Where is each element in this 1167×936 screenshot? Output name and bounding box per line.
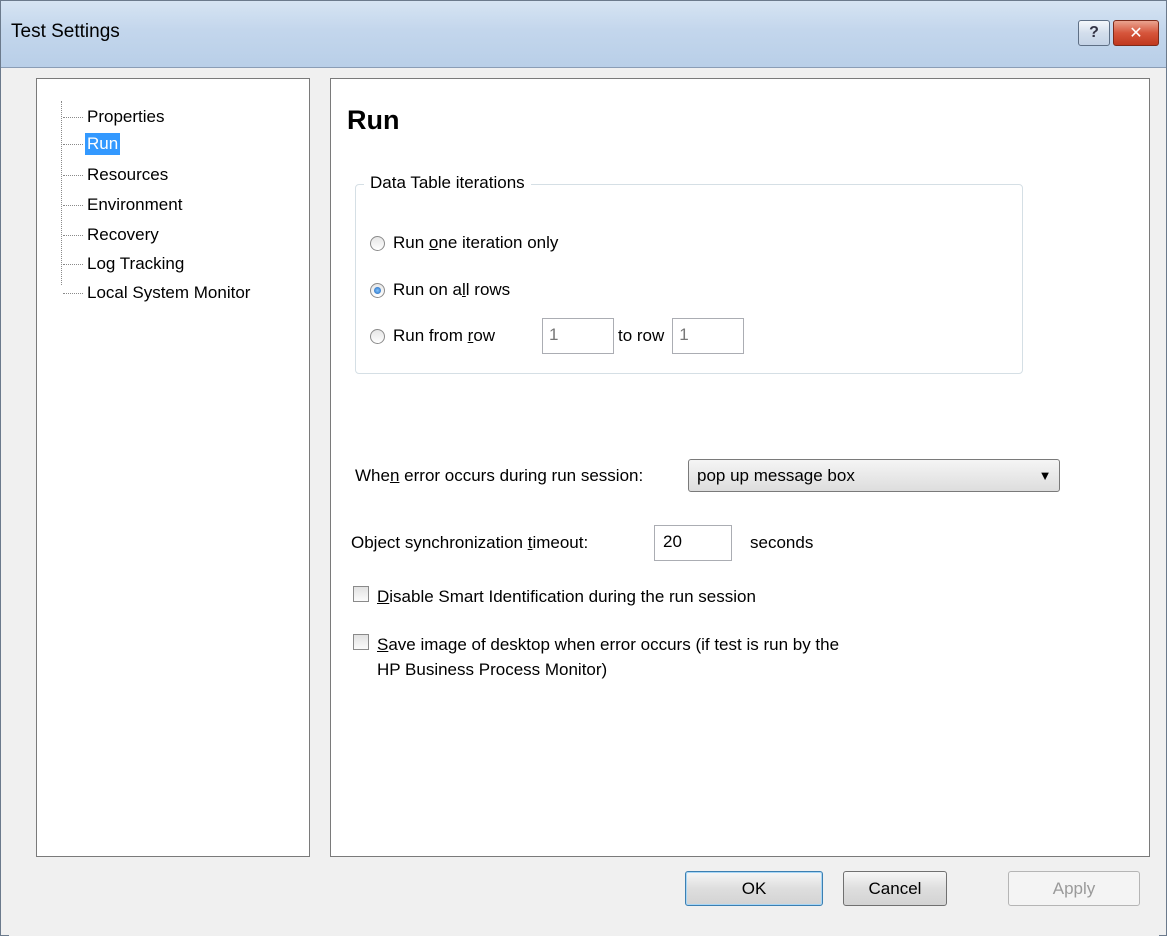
- title-bar: Test Settings ? ✕: [1, 1, 1166, 68]
- radio-button[interactable]: [370, 328, 385, 344]
- timeout-label: Object synchronization timeout:: [351, 533, 589, 552]
- tree-item-label: Log Tracking: [87, 254, 185, 273]
- ok-button[interactable]: OK: [685, 871, 823, 906]
- disable-smart-identification-option[interactable]: Disable Smart Identification during the …: [353, 584, 756, 609]
- dropdown-arrow-icon: ▼: [1038, 468, 1052, 483]
- close-icon: ✕: [1129, 25, 1143, 42]
- from-row-input[interactable]: 1: [542, 318, 614, 354]
- tree-item-resources[interactable]: Resources: [63, 163, 170, 187]
- radio-label: Run one iteration only: [393, 233, 559, 252]
- tree-item-recovery[interactable]: Recovery: [63, 223, 161, 247]
- cancel-button[interactable]: Cancel: [843, 871, 947, 906]
- save-desktop-image-option[interactable]: Save image of desktop when error occurs …: [353, 632, 839, 682]
- checkbox-label: Save image of desktop when error occurs …: [377, 635, 840, 679]
- checkbox[interactable]: [353, 586, 369, 602]
- tree-item-label: Resources: [87, 165, 169, 184]
- apply-button[interactable]: Apply: [1008, 871, 1140, 906]
- close-button[interactable]: ✕: [1113, 20, 1159, 46]
- tree-item-label: Properties: [87, 107, 165, 126]
- tree-branch: [63, 144, 83, 145]
- error-action-label: When error occurs during run session:: [355, 466, 644, 485]
- tree-item-label: Environment: [87, 195, 183, 214]
- test-settings-dialog: Test Settings ? ✕ Properties Run Resourc…: [0, 0, 1167, 936]
- tree-item-run[interactable]: Run: [63, 132, 121, 156]
- tree-item-label: Local System Monitor: [87, 283, 251, 302]
- tree-item-properties[interactable]: Properties: [63, 105, 166, 129]
- tree-branch: [63, 205, 83, 206]
- run-one-iteration-option[interactable]: Run one iteration only: [370, 233, 558, 253]
- to-row-label: to row: [618, 326, 665, 345]
- timeout-input[interactable]: 20: [654, 525, 732, 561]
- checkbox[interactable]: [353, 634, 369, 650]
- help-button[interactable]: ?: [1078, 20, 1110, 46]
- tree-item-local-system-monitor[interactable]: Local System Monitor: [63, 281, 252, 305]
- error-action-select[interactable]: pop up message box ▼: [688, 459, 1060, 492]
- checkbox-label: Disable Smart Identification during the …: [377, 587, 756, 606]
- select-value: pop up message box: [697, 465, 855, 485]
- tree-connector-line: [61, 101, 62, 285]
- tree-item-log-tracking[interactable]: Log Tracking: [63, 252, 186, 276]
- radio-button[interactable]: [370, 282, 385, 298]
- to-row-input[interactable]: 1: [672, 318, 745, 354]
- group-title: Data Table iterations: [364, 173, 531, 193]
- tree-branch: [63, 293, 83, 294]
- data-table-iterations-group: Data Table iterations Run one iteration …: [355, 173, 1023, 374]
- tree-branch: [63, 117, 83, 118]
- tree-item-label: Run: [85, 133, 121, 155]
- run-all-rows-option[interactable]: Run on all rows: [370, 280, 510, 300]
- run-settings-panel: Run Data Table iterations Run one iterat…: [330, 78, 1150, 857]
- tree-branch: [63, 235, 83, 236]
- radio-label: Run on all rows: [393, 280, 511, 299]
- dialog-content: Properties Run Resources Environment Rec…: [9, 68, 1159, 936]
- help-icon: ?: [1089, 24, 1099, 41]
- radio-label: Run from row: [393, 326, 496, 345]
- window-title: Test Settings: [11, 21, 120, 42]
- tree-item-environment[interactable]: Environment: [63, 193, 184, 217]
- tree-branch: [63, 264, 83, 265]
- tree-item-label: Recovery: [87, 225, 159, 244]
- page-title: Run: [347, 105, 400, 135]
- tree-branch: [63, 175, 83, 176]
- settings-tree: Properties Run Resources Environment Rec…: [36, 78, 310, 857]
- timeout-unit-label: seconds: [750, 533, 814, 552]
- radio-button[interactable]: [370, 235, 385, 251]
- run-from-row-option[interactable]: Run from row 1 to row 1: [370, 318, 745, 354]
